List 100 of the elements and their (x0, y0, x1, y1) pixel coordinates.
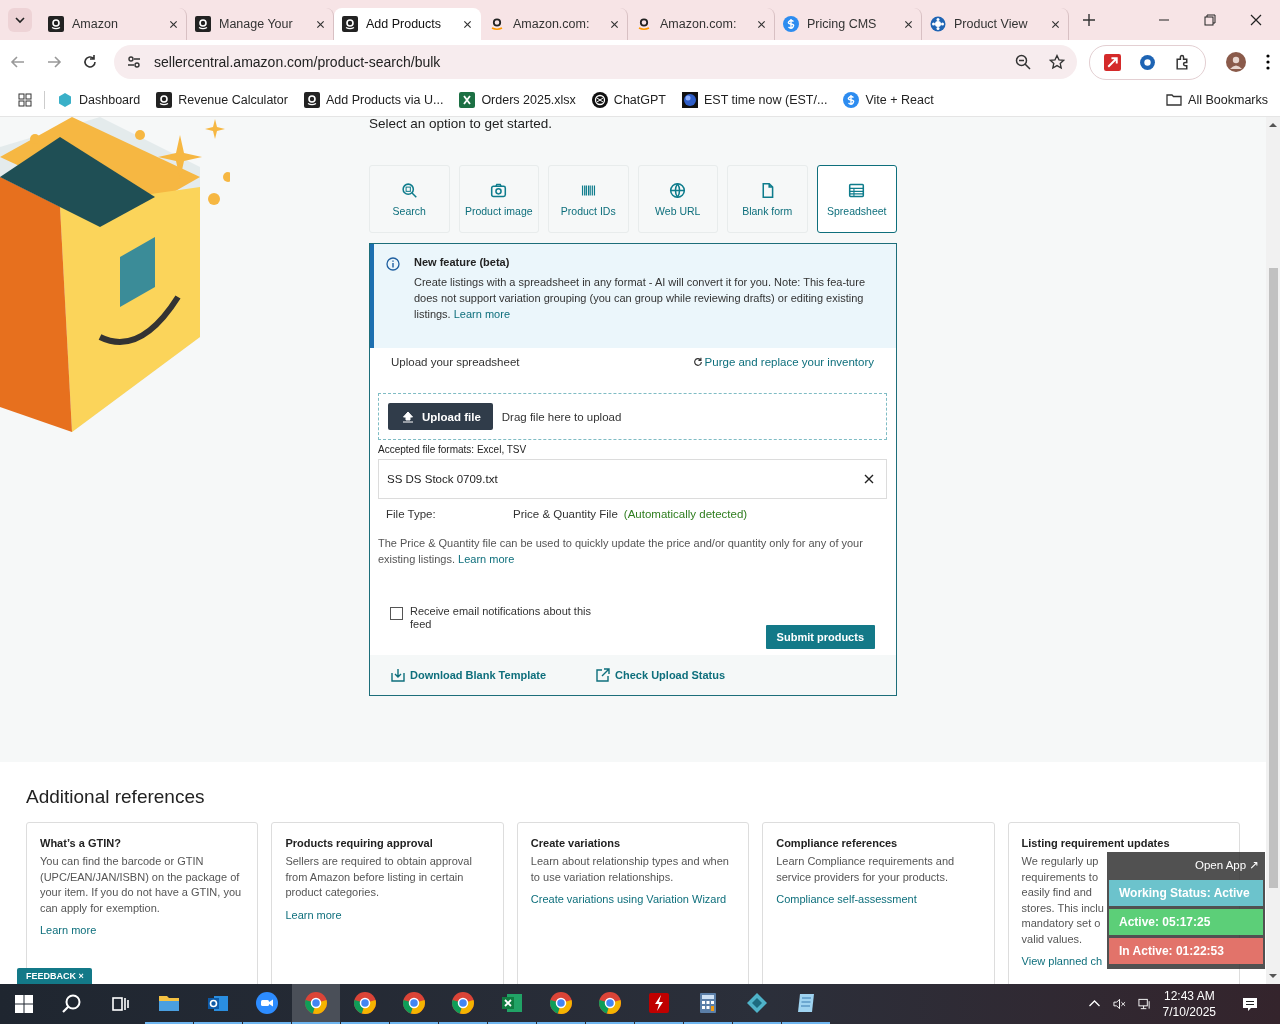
file-name: SS DS Stock 0709.txt (387, 473, 498, 485)
status-bar: In Active: 01:22:53 (1109, 938, 1263, 964)
card-title: Compliance references (776, 837, 899, 849)
zoom-icon[interactable] (1015, 54, 1031, 70)
browser-icon[interactable] (549, 991, 573, 1015)
site-settings-icon[interactable] (126, 54, 142, 70)
menu-icon[interactable] (1266, 54, 1270, 70)
drag-hint: Drag file here to upload (501, 410, 622, 423)
lightning-icon[interactable] (647, 991, 671, 1015)
browser-tab[interactable]: Add Products (334, 8, 481, 40)
network-icon[interactable] (1137, 998, 1151, 1010)
learn-more-link[interactable]: Learn more (453, 308, 510, 320)
profile-avatar-icon[interactable] (1226, 52, 1246, 72)
wheel-icon[interactable] (1139, 53, 1156, 71)
card-link[interactable]: Compliance self-assessment (776, 893, 917, 905)
notification-icon[interactable] (1242, 997, 1258, 1011)
browser-icon[interactable] (451, 991, 475, 1015)
close-icon[interactable] (1250, 14, 1262, 26)
bookmark-item[interactable]: EST time now (EST/... (681, 92, 828, 108)
browser-icon[interactable] (353, 991, 377, 1015)
option-card[interactable]: Product IDs (548, 165, 629, 233)
amazon-icon (636, 16, 652, 32)
scroll-down-icon[interactable] (1268, 973, 1278, 979)
browser-icon[interactable] (304, 991, 328, 1015)
accepted-formats: Accepted file formats: Excel, TSV (378, 444, 528, 455)
option-card[interactable]: Search (369, 165, 450, 233)
status-bar: Working Status: Active (1109, 880, 1263, 906)
intro-text: Select an option to get started. (369, 117, 554, 131)
bookmark-item[interactable]: Orders 2025.xlsx (459, 92, 576, 108)
knot-icon (591, 92, 608, 108)
plus-icon[interactable] (1083, 14, 1095, 26)
close-icon[interactable] (316, 19, 325, 29)
drop-zone[interactable]: Upload file Drag file here to upload (378, 393, 887, 440)
browser-icon[interactable] (402, 991, 426, 1015)
purge-link[interactable]: Purge and replace your inventory (692, 356, 874, 368)
clock-date: 7/10/2025 (1162, 1004, 1216, 1020)
card-link[interactable]: Learn more (40, 924, 97, 936)
apps-grid-icon[interactable] (18, 93, 32, 107)
option-card[interactable]: Web URL (637, 165, 718, 233)
reload-icon[interactable] (82, 54, 98, 70)
close-icon[interactable] (904, 19, 913, 29)
bookmark-item[interactable]: Vite + React (843, 92, 934, 108)
all-bookmarks-button[interactable]: All Bookmarks (1166, 92, 1268, 108)
star-icon[interactable] (1049, 54, 1065, 70)
folder-icon (1166, 92, 1183, 108)
tab-title: Manage Your (219, 17, 294, 31)
arrow-icon[interactable] (1104, 53, 1121, 71)
upload-file-button[interactable]: Upload file (388, 403, 493, 430)
notify-checkbox[interactable] (390, 607, 403, 620)
option-card[interactable]: Spreadsheet (816, 165, 897, 233)
video-icon[interactable] (255, 991, 279, 1015)
card-title: Create variations (530, 837, 622, 849)
learn-more-link[interactable]: Learn more (458, 553, 515, 565)
card-text-line: mandatory set o (1021, 916, 1101, 931)
close-icon[interactable] (463, 19, 472, 29)
tab-search-button[interactable] (8, 8, 32, 32)
windows-start-icon[interactable] (12, 992, 36, 1016)
close-icon[interactable] (169, 19, 178, 29)
option-card[interactable]: Blank form (727, 165, 808, 233)
card-title: Products requiring approval (285, 837, 434, 849)
close-icon[interactable] (610, 19, 619, 29)
notice-title: New feature (beta) (414, 256, 511, 268)
file-type-label: File Type: (386, 508, 437, 520)
card-link[interactable]: Learn more (285, 908, 342, 921)
open-app-button[interactable]: Open App ↗ (1191, 854, 1263, 880)
back-icon[interactable] (10, 54, 26, 70)
external-link-icon (596, 668, 611, 682)
scroll-up-icon[interactable] (1268, 122, 1278, 128)
option-card[interactable]: Product image (458, 165, 539, 233)
muted-speaker-icon[interactable] (1112, 998, 1126, 1010)
diamond-icon[interactable] (745, 991, 769, 1015)
notice-text: Create listings with a spreadsheet in any format - AI will convert it for you. Note: This fea-ture does not support variation grouping (you can group while reviewing drafts) or editing existing listings. Learn more (414, 275, 866, 322)
download-template-link[interactable]: Download Blank Template (391, 668, 547, 682)
card-link[interactable]: View planned ch (1021, 955, 1103, 967)
card-text-line: requirements to (1021, 869, 1099, 885)
address-bar[interactable]: sellercentral.amazon.com/product-search/bulk (114, 45, 1077, 79)
tab-title: Add Products (366, 17, 443, 31)
check-status-link[interactable]: Check Upload Status (596, 668, 726, 682)
forward-icon[interactable] (46, 54, 62, 70)
card-link[interactable]: Create variations using Variation Wizard (530, 893, 727, 905)
bookmark-item[interactable]: Revenue Calculator (156, 92, 288, 108)
bookmark-item[interactable]: Add Products via U... (303, 92, 444, 108)
chevron-down-icon[interactable] (15, 15, 25, 25)
feedback-tab[interactable]: FEEDBACK × (17, 968, 92, 984)
close-icon[interactable] (864, 474, 874, 484)
close-icon[interactable] (757, 19, 766, 29)
tab-title: Product View (954, 17, 1029, 31)
browser-icon[interactable] (598, 991, 622, 1015)
card-text: You can find the barcode or GTIN (UPC/EAN/JAN/ISBN) on the package of your item. If you do not have a GTIN, you can apply for exemption. (40, 854, 243, 916)
amazon-icon (303, 92, 320, 108)
spreadsheet-icon[interactable] (500, 991, 524, 1015)
restore-icon[interactable] (1204, 14, 1216, 26)
scrollbar[interactable] (1266, 117, 1280, 984)
amazon-icon (195, 16, 211, 32)
bookmark-item[interactable]: Dashboard (57, 92, 141, 108)
bookmark-item[interactable]: ChatGPT (591, 92, 666, 108)
submit-button[interactable]: Submit products (765, 625, 875, 649)
close-icon[interactable] (1051, 19, 1060, 29)
table-icon (848, 181, 866, 199)
refresh-icon (692, 357, 703, 367)
